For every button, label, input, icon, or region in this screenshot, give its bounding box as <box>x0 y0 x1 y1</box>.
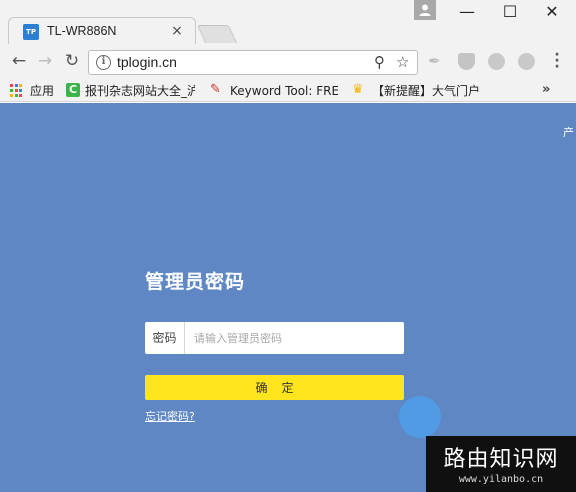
password-label: 密码 <box>145 322 185 354</box>
circle-extension-icon[interactable] <box>518 53 535 70</box>
close-window-button[interactable]: ✕ <box>532 2 572 26</box>
bookmark-new-reminder[interactable]: 【新提醒】大气门户 <box>372 83 482 99</box>
feather-extension-icon[interactable]: ✒ <box>426 53 443 70</box>
page-title: 管理员密码 <box>145 271 246 293</box>
keyword-tool-icon: ✎ <box>210 82 221 97</box>
profile-button[interactable] <box>414 0 436 20</box>
title-bar: TP TL-WR886N × — ☐ ✕ <box>0 0 576 45</box>
user-icon <box>419 4 431 16</box>
password-input[interactable] <box>187 322 401 354</box>
bookmark-newspaper-sites[interactable]: 报刊杂志网站大全_沪 <box>85 83 195 99</box>
reload-icon[interactable]: ↻ <box>61 51 83 73</box>
url-text[interactable]: tplogin.cn <box>117 54 177 70</box>
circle-extension-icon[interactable] <box>488 53 505 70</box>
shield-extension-icon[interactable] <box>458 53 475 70</box>
maximize-button[interactable]: ☐ <box>490 2 530 26</box>
watermark: 路由知识网 www.yilanbo.cn <box>426 436 576 492</box>
bookmarks-bar: 应用 C 报刊杂志网站大全_沪 ✎ Keyword Tool: FREE ♛ 【… <box>0 80 576 102</box>
green-c-icon: C <box>66 83 80 97</box>
apps-grid-icon[interactable] <box>10 83 24 97</box>
address-bar[interactable]: i tplogin.cn ⚲ ☆ <box>88 50 418 75</box>
watermark-url: www.yilanbo.cn <box>458 474 544 485</box>
forward-arrow-icon[interactable]: → <box>34 51 56 73</box>
zoom-icon[interactable]: ⚲ <box>374 53 385 71</box>
browser-tab[interactable]: TP TL-WR886N × <box>8 17 196 45</box>
trophy-icon: ♛ <box>352 82 364 97</box>
minimize-button[interactable]: — <box>447 2 487 26</box>
decorative-circle <box>399 396 441 438</box>
router-login-page: 产 管理员密码 密码 确定 忘记密码? 路由知识网 www.yilanbo.cn <box>0 103 576 492</box>
bookmark-star-icon[interactable]: ☆ <box>396 53 409 71</box>
bookmark-apps[interactable]: 应用 <box>30 83 60 99</box>
new-tab-button[interactable] <box>196 25 238 43</box>
menu-icon[interactable]: · · · <box>552 48 562 74</box>
tab-close-icon[interactable]: × <box>169 23 185 39</box>
confirm-button[interactable]: 确定 <box>145 375 404 400</box>
bookmarks-overflow-icon[interactable]: » <box>542 82 550 97</box>
forgot-password-link[interactable]: 忘记密码? <box>145 408 195 424</box>
browser-toolbar: ← → ↻ i tplogin.cn ⚲ ☆ ✒ · · · <box>0 44 576 80</box>
password-field-group: 密码 <box>145 322 404 354</box>
corner-label[interactable]: 产 <box>563 124 574 140</box>
info-icon[interactable]: i <box>96 55 111 70</box>
watermark-title: 路由知识网 <box>443 447 559 472</box>
tp-link-favicon-icon: TP <box>23 24 39 40</box>
tab-title: TL-WR886N <box>47 24 117 38</box>
back-arrow-icon[interactable]: ← <box>8 51 30 73</box>
bookmark-keyword-tool[interactable]: Keyword Tool: FREE <box>230 83 338 99</box>
